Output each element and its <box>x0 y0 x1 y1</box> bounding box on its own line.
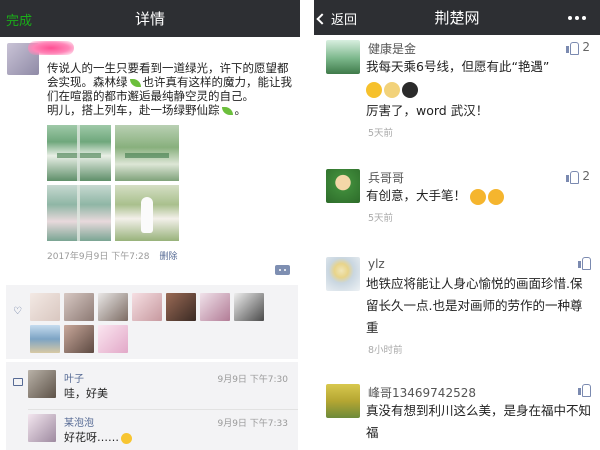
jingchu-comments-panel: 返回 荆楚网 健康是金 2 我每天乘6号线，但愿有此“艳遇” 厉害了，word … <box>314 0 600 450</box>
post-line-3: 明儿，搭上列车，赴一场绿野仙踪 <box>47 103 220 117</box>
commenter-avatar[interactable] <box>326 40 360 74</box>
comment-text: 我每天乘6号线，但愿有此“艳遇” 厉害了，word 武汉！ <box>366 56 592 122</box>
back-button[interactable]: 返回 <box>316 9 357 28</box>
thumbs-up-icon <box>566 41 580 55</box>
comment-item[interactable]: 叶子 哇，好美 9月9日 下午7:30 <box>28 370 294 410</box>
thumbs-up-icon <box>578 257 591 270</box>
moments-nav-bar: 完成 详情 <box>0 0 300 37</box>
like-button[interactable]: 2 <box>566 169 590 184</box>
sad-face-emoji-icon <box>121 432 132 444</box>
delete-link[interactable]: 删除 <box>159 249 177 262</box>
post-text: 传说人的一生只要看到一道绿光，许下的愿望都会实现。森林绿 也许真有这样的魔力，能让… <box>47 61 292 117</box>
comment-text: 真没有想到利川这么美，是身在福中不知福 <box>366 403 592 440</box>
like-count: 2 <box>582 40 590 54</box>
commenter-name[interactable]: 叶子 <box>64 370 84 385</box>
leaf-emoji-icon <box>129 78 141 87</box>
comment-text: 有创意，大手笔！ <box>366 185 592 207</box>
done-button[interactable]: 完成 <box>6 10 32 29</box>
commenter-name[interactable]: ylz <box>368 257 385 271</box>
post-meta: 2017年9月9日 下午7:28 删除 <box>47 249 292 262</box>
liker-avatar[interactable] <box>200 293 230 321</box>
comment-time: 9月9日 下午7:33 <box>217 419 288 429</box>
comment-bubble-icon <box>13 378 23 386</box>
liker-avatar[interactable] <box>30 293 60 321</box>
photo-woman-in-white[interactable] <box>115 185 179 241</box>
commenter-name[interactable]: 峰哥13469742528 <box>368 384 476 401</box>
liker-avatar[interactable] <box>98 293 128 321</box>
liker-avatar[interactable] <box>132 293 162 321</box>
thumbs-up-emoji-icon <box>366 81 382 98</box>
comment-item[interactable]: 某泡泡 好花呀…… 9月9日 下午7:33 <box>28 414 294 450</box>
panel-divider <box>300 0 314 450</box>
comment-text: 哇，好美 <box>64 387 108 400</box>
commenter-avatar[interactable] <box>326 384 360 418</box>
commenter-name[interactable]: 某泡泡 <box>64 414 94 429</box>
like-button[interactable]: 2 <box>566 40 590 55</box>
comment-time: 5天前 <box>368 213 394 224</box>
comment-time: 5天前 <box>368 128 394 139</box>
comment-text: 好花呀…… <box>64 429 132 445</box>
thumbs-up-icon <box>566 170 580 184</box>
like-button[interactable] <box>578 384 591 397</box>
heart-icon: ♡ <box>13 306 22 317</box>
moment-post: 传说人的一生只要看到一道绿光，许下的愿望都会实现。森林绿 也许真有这样的魔力，能让… <box>0 37 300 262</box>
photo-subway-interior-3[interactable] <box>47 185 111 241</box>
liker-avatar[interactable] <box>30 325 60 353</box>
comment-more-icon[interactable] <box>275 265 290 275</box>
commenter-avatar[interactable] <box>28 414 56 442</box>
commenter-name[interactable]: 健康是金 <box>368 40 416 57</box>
liker-avatar[interactable] <box>64 325 94 353</box>
comment-text: 地铁应将能让人身心愉悦的画面珍惜.保留长久一点.也是对画师的劳作的一种尊重 <box>366 276 583 335</box>
commenter-avatar[interactable] <box>28 370 56 398</box>
liker-avatar[interactable] <box>98 325 128 353</box>
comment-time: 8小时前 <box>368 345 403 356</box>
liker-avatar[interactable] <box>166 293 196 321</box>
leaf-emoji-icon <box>221 106 233 115</box>
more-options-icon[interactable] <box>568 16 586 20</box>
comments-section: 叶子 哇，好美 9月9日 下午7:30 某泡泡 好花呀…… 9月9日 下午7:3… <box>6 362 298 450</box>
thumbs-up-icon <box>578 384 591 397</box>
post-time: 2017年9月9日 下午7:28 <box>47 252 150 262</box>
liker-avatar[interactable] <box>234 293 264 321</box>
photo-subway-interior-2[interactable] <box>115 125 179 181</box>
liker-avatar[interactable] <box>64 293 94 321</box>
smile-emoji-icon <box>470 188 486 205</box>
nav-title: 详情 <box>134 10 165 28</box>
author-name-redacted <box>28 41 74 55</box>
penguin-emoji-icon <box>402 81 418 98</box>
comment-time: 9月9日 下午7:30 <box>217 375 288 385</box>
smile-emoji-icon <box>488 188 504 205</box>
commenter-avatar[interactable] <box>326 169 360 203</box>
victory-hand-emoji-icon <box>384 81 400 98</box>
commenter-avatar[interactable] <box>326 257 360 291</box>
like-button[interactable] <box>578 257 591 270</box>
liker-avatar-list <box>30 293 292 353</box>
comment-divider <box>28 409 298 410</box>
like-count: 2 <box>582 169 590 183</box>
chevron-left-icon <box>316 12 328 25</box>
likes-section: ♡ <box>6 285 298 359</box>
nav-title: 荆楚网 <box>434 9 480 27</box>
moments-detail-panel: 完成 详情 传说人的一生只要看到一道绿光，许下的愿望都会实现。森林绿 也许真有这样… <box>0 0 300 450</box>
photo-grid <box>47 125 292 241</box>
emoji-row <box>366 78 592 100</box>
photo-subway-interior-1[interactable] <box>47 125 111 181</box>
article-nav-bar: 返回 荆楚网 <box>314 0 600 35</box>
commenter-name[interactable]: 兵哥哥 <box>368 169 404 186</box>
